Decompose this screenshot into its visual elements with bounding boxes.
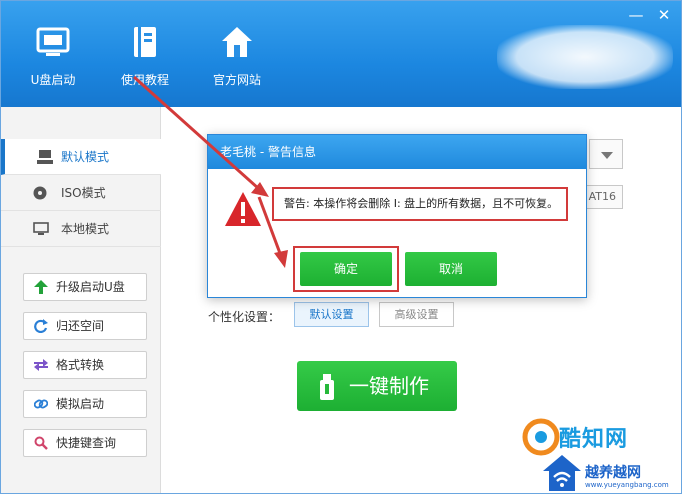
restore-space-label: 归还空间 (56, 319, 105, 333)
one-click-make-button[interactable]: 一键制作 (297, 361, 457, 411)
personalization-label: 个性化设置： (208, 310, 281, 324)
upgrade-usb-label: 升级启动U盘 (56, 280, 125, 294)
shortcut-query-label: 快捷键查询 (56, 436, 117, 450)
watermark-brand-1: 酷知网 (559, 427, 629, 452)
book-icon (134, 27, 156, 57)
cancel-button[interactable]: 取消 (405, 252, 497, 286)
active-indicator (154, 150, 162, 164)
nav-tutorial[interactable]: 使用教程 (105, 25, 185, 88)
monitor-icon (33, 222, 49, 235)
warning-dialog: 老毛桃 - 警告信息 警告: 本操作将会删除 I: 盘上的所有数据，且不可恢复。… (207, 134, 587, 298)
watermark-url: www.yueyangbang.com (585, 481, 669, 489)
dialog-title: 老毛桃 - 警告信息 (208, 135, 586, 169)
usb-monitor-icon (36, 27, 70, 56)
simulate-boot-button[interactable]: 模拟启动 (23, 390, 147, 418)
mode-default[interactable]: 默认模式 (1, 139, 162, 175)
disc-icon (33, 186, 47, 200)
nav-official-site[interactable]: 官方网站 (197, 25, 277, 88)
chevron-down-icon (601, 152, 613, 159)
nav-usb-boot-label: U盘启动 (30, 73, 76, 87)
warning-icon (225, 192, 261, 226)
advanced-settings-button[interactable]: 高级设置 (379, 302, 454, 327)
header-bar: U盘启动 使用教程 官方网站 — ✕ (1, 1, 681, 107)
sidebar: 默认模式 ISO模式 本地模式 升级启动U盘 归还空间 格式转换 模拟启动 快捷… (1, 107, 162, 493)
nav-usb-boot[interactable]: U盘启动 (13, 25, 93, 88)
nav-tutorial-label: 使用教程 (120, 73, 169, 87)
computer-icon (37, 150, 53, 164)
restore-space-button[interactable]: 归还空间 (23, 312, 147, 340)
format-convert-label: 格式转换 (56, 358, 105, 372)
confirm-button[interactable]: 确定 (300, 252, 392, 286)
shortcut-query-button[interactable]: 快捷键查询 (23, 429, 147, 457)
default-settings-button[interactable]: 默认设置 (294, 302, 369, 327)
mode-local[interactable]: 本地模式 (1, 211, 161, 247)
search-icon (34, 436, 48, 450)
format-convert-button[interactable]: 格式转换 (23, 351, 147, 379)
mode-local-label: 本地模式 (61, 222, 110, 236)
mode-iso-label: ISO模式 (61, 186, 106, 200)
link-icon (34, 399, 48, 409)
mode-default-label: 默认模式 (61, 150, 110, 164)
simulate-boot-label: 模拟启动 (56, 397, 105, 411)
home-icon (222, 27, 252, 57)
watermark-brand-2: 越养越网 (585, 465, 641, 481)
nav-official-site-label: 官方网站 (212, 73, 261, 87)
usb-icon (320, 374, 334, 400)
wifi-house-icon (543, 455, 581, 491)
arrow-up-icon (34, 280, 48, 294)
close-button[interactable]: ✕ (655, 7, 673, 23)
warning-message: 警告: 本操作将会删除 I: 盘上的所有数据，且不可恢复。 (272, 187, 568, 221)
upgrade-usb-button[interactable]: 升级启动U盘 (23, 273, 147, 301)
blurred-region (497, 25, 673, 89)
swap-icon (34, 359, 48, 371)
refresh-icon (34, 319, 48, 333)
app-window: U盘启动 使用教程 官方网站 — ✕ 默认模式 ISO模式 本地模式 升级启动U… (0, 0, 682, 494)
one-click-make-label: 一键制作 (349, 374, 429, 398)
mode-iso[interactable]: ISO模式 (1, 175, 161, 211)
kuzhi-logo (522, 418, 560, 456)
minimize-button[interactable]: — (627, 7, 645, 23)
device-dropdown-button[interactable] (589, 139, 623, 169)
